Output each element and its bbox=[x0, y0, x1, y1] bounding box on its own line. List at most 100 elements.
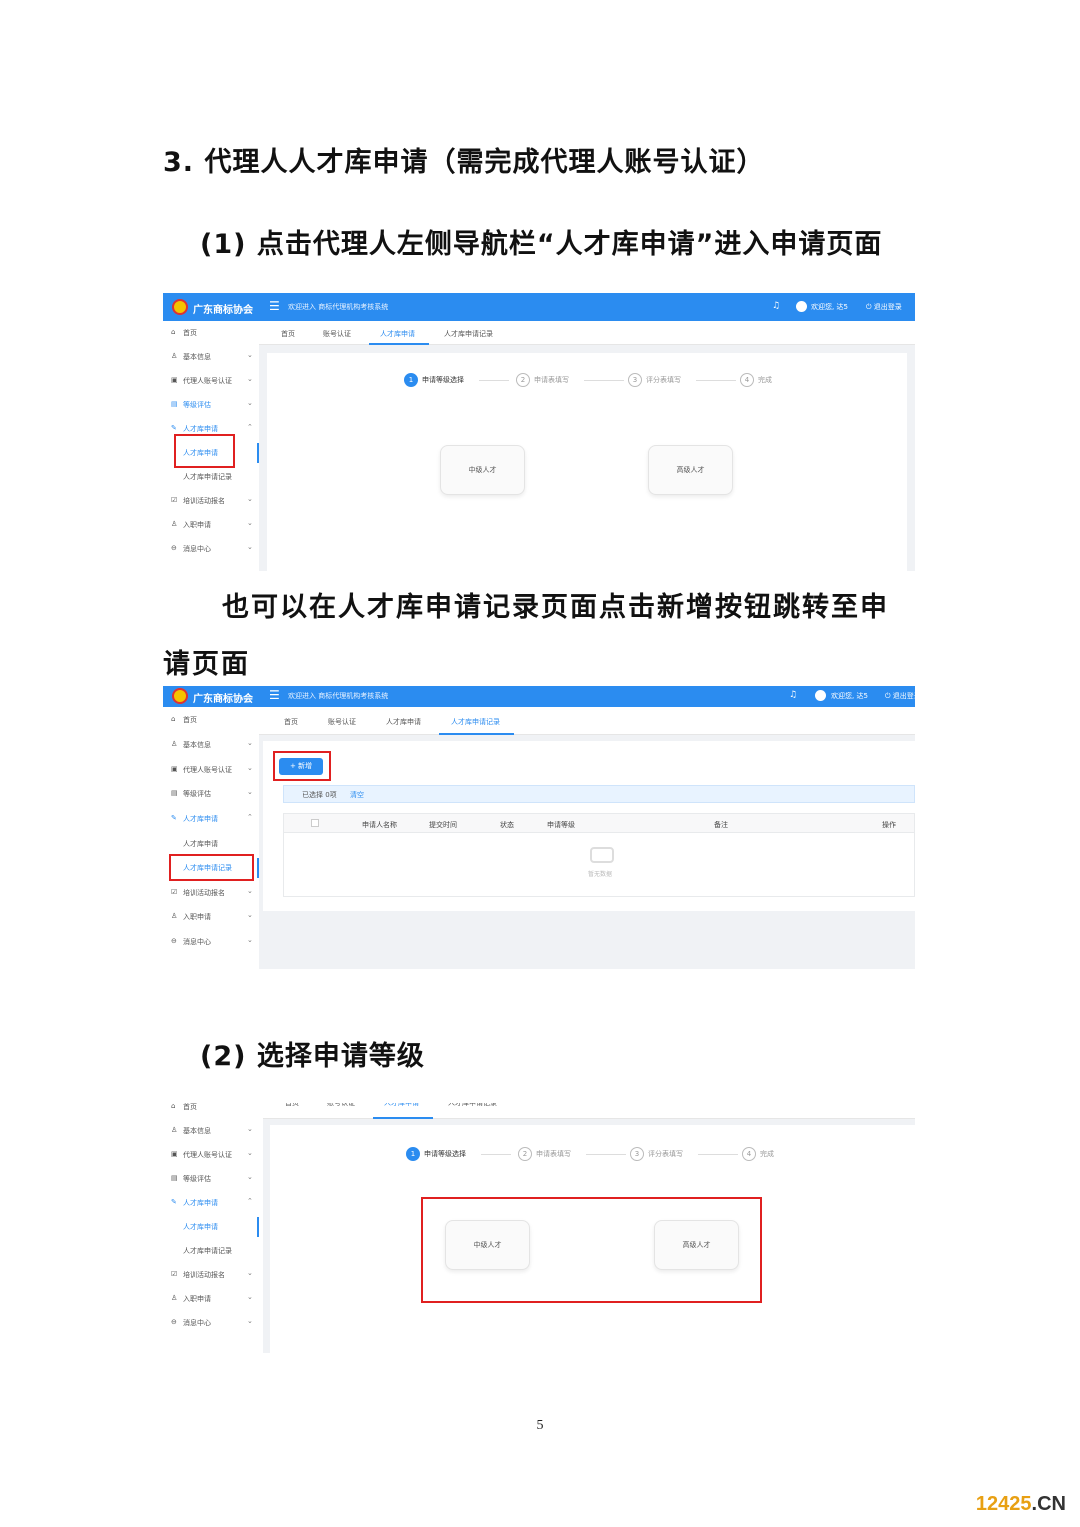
sidebar-item-talent-record[interactable]: 人才库申请记录 bbox=[163, 467, 259, 487]
sidebar-item-label: 人才库申请 bbox=[183, 425, 218, 433]
clear-link[interactable]: 清空 bbox=[350, 790, 364, 800]
sidebar-item-agent-cert[interactable]: ▣ 代理人账号认证 ⌄ bbox=[163, 760, 259, 780]
step-connector bbox=[698, 1154, 738, 1155]
sidebar-item-onboarding[interactable]: ♙ 入职申请 ⌄ bbox=[163, 907, 259, 927]
tab-talent-record[interactable]: 人才库申请记录 bbox=[448, 1103, 497, 1108]
logout-icon: ⏻ bbox=[866, 303, 874, 311]
bell-icon[interactable]: ♫ bbox=[789, 690, 797, 700]
logo-icon bbox=[172, 688, 188, 704]
mid-level-card[interactable]: 中级人才 bbox=[440, 445, 525, 495]
sidebar-item-onboarding[interactable]: ♙ 入职申请 ⌄ bbox=[163, 515, 259, 535]
select-all-checkbox[interactable] bbox=[311, 819, 319, 827]
sidebar: ⌂ 首页 ♙ 基本信息 ⌄ ▣ 代理人账号认证 ⌄ ▤ 等级评估 ⌄ ✎ 人才库申请 ⌃ 人才库申… bbox=[163, 707, 259, 969]
sidebar-item-messages[interactable]: ⊖ 消息中心 ⌄ bbox=[163, 932, 259, 952]
tab-home[interactable]: 首页 bbox=[284, 717, 298, 727]
tab-active-indicator bbox=[373, 1117, 433, 1119]
home-icon: ⌂ bbox=[171, 1103, 176, 1110]
edit-icon: ✎ bbox=[171, 1198, 177, 1206]
sidebar-item-home[interactable]: ⌂ 首页 bbox=[163, 1103, 259, 1117]
highlight-box bbox=[169, 854, 254, 881]
sidebar-item-training[interactable]: ☑ 培训活动报名 ⌄ bbox=[163, 491, 259, 511]
sidebar-item-basic-info[interactable]: ♙ 基本信息 ⌄ bbox=[163, 735, 259, 755]
sidebar-item-label: 消息中心 bbox=[183, 938, 211, 946]
sidebar-item-basic-info[interactable]: ♙ 基本信息 ⌄ bbox=[163, 1121, 259, 1141]
sidebar-item-agent-cert[interactable]: ▣ 代理人账号认证 ⌄ bbox=[163, 1145, 259, 1165]
sidebar-item-training[interactable]: ☑ 培训活动报名 ⌄ bbox=[163, 883, 259, 903]
step-3: 3 评分表填写 bbox=[630, 1147, 683, 1161]
tab-talent-apply[interactable]: 人才库申请 bbox=[380, 329, 415, 339]
sidebar-item-label: 人才库申请 bbox=[183, 840, 218, 848]
sidebar-item-training[interactable]: ☑ 培训活动报名 ⌄ bbox=[163, 1265, 259, 1285]
logout-button[interactable]: ⏻ 退出登录 bbox=[866, 302, 902, 312]
page-number: 5 bbox=[536, 1418, 544, 1433]
sidebar-item-messages[interactable]: ⊖ 消息中心 ⌄ bbox=[163, 539, 259, 559]
sidebar-item-talent-group[interactable]: ✎ 人才库申请 ⌃ bbox=[163, 1193, 259, 1213]
tab-home[interactable]: 首页 bbox=[281, 329, 295, 339]
menu-toggle-icon[interactable]: ☰ bbox=[269, 299, 280, 313]
senior-level-card[interactable]: 高级人才 bbox=[648, 445, 733, 495]
sidebar-item-messages[interactable]: ⊖ 消息中心 ⌄ bbox=[163, 1313, 259, 1333]
tab-account-cert[interactable]: 账号认证 bbox=[328, 717, 356, 727]
tab-talent-apply[interactable]: 人才库申请 bbox=[384, 1103, 419, 1108]
bell-icon[interactable]: ♫ bbox=[772, 301, 780, 311]
user-icon: ♙ bbox=[171, 912, 178, 920]
chevron-down-icon: ⌄ bbox=[247, 1269, 253, 1277]
chevron-down-icon: ⌄ bbox=[247, 739, 253, 747]
tab-active-indicator bbox=[369, 343, 429, 345]
sidebar-item-home[interactable]: ⌂ 首页 bbox=[163, 323, 259, 343]
sidebar-item-agent-cert[interactable]: ▣ 代理人账号认证 ⌄ bbox=[163, 371, 259, 391]
edit-icon: ✎ bbox=[171, 814, 177, 822]
tab-account-cert[interactable]: 账号认证 bbox=[327, 1103, 355, 1108]
training-icon: ☑ bbox=[171, 1270, 178, 1278]
home-icon: ⌂ bbox=[171, 715, 176, 723]
chevron-down-icon: ⌄ bbox=[247, 375, 253, 383]
col-actions: 操作 bbox=[882, 821, 896, 829]
training-icon: ☑ bbox=[171, 888, 178, 896]
tab-talent-apply[interactable]: 人才库申请 bbox=[386, 717, 421, 727]
step-4: 4 完成 bbox=[742, 1147, 774, 1161]
sidebar-item-basic-info[interactable]: ♙ 基本信息 ⌄ bbox=[163, 347, 259, 367]
sidebar-item-onboarding[interactable]: ♙ 入职申请 ⌄ bbox=[163, 1289, 259, 1309]
user-greeting: 欢迎您, 达5 bbox=[811, 303, 848, 311]
tab-active-indicator bbox=[439, 733, 514, 735]
tab-talent-record[interactable]: 人才库申请记录 bbox=[451, 717, 500, 727]
sidebar: ⌂ 首页 ♙ 基本信息 ⌄ ▣ 代理人账号认证 ⌄ ▤ 等级评估 ⌄ ✎ 人才库申请 ⌃ 人才库申… bbox=[163, 1103, 259, 1353]
tab-home[interactable]: 首页 bbox=[285, 1103, 299, 1108]
sidebar-item-label: 基本信息 bbox=[183, 353, 211, 361]
avatar[interactable] bbox=[815, 690, 826, 701]
sidebar-item-talent-record[interactable]: 人才库申请记录 bbox=[163, 1241, 259, 1261]
chevron-down-icon: ⌄ bbox=[247, 788, 253, 796]
sidebar-item-label: 首页 bbox=[183, 329, 197, 337]
chevron-down-icon: ⌄ bbox=[247, 1293, 253, 1301]
message-icon: ⊖ bbox=[171, 937, 177, 945]
chevron-down-icon: ⌄ bbox=[247, 351, 253, 359]
tab-talent-record[interactable]: 人才库申请记录 bbox=[444, 329, 493, 339]
tab-account-cert[interactable]: 账号认证 bbox=[323, 329, 351, 339]
user-icon: ♙ bbox=[171, 520, 178, 528]
col-submit-time: 提交时间 bbox=[429, 821, 457, 829]
sidebar-item-label: 入职申请 bbox=[183, 1295, 211, 1303]
sidebar-item-label: 人才库申请 bbox=[183, 815, 218, 823]
chevron-up-icon: ⌃ bbox=[247, 423, 253, 431]
sidebar-item-label: 入职申请 bbox=[183, 521, 211, 529]
empty-box-icon bbox=[590, 847, 614, 863]
step-1: 1 申请等级选择 bbox=[406, 1147, 466, 1161]
chevron-down-icon: ⌄ bbox=[247, 543, 253, 551]
avatar[interactable] bbox=[796, 301, 807, 312]
sidebar-item-talent-apply[interactable]: 人才库申请 bbox=[163, 834, 259, 854]
sidebar-item-home[interactable]: ⌂ 首页 bbox=[163, 710, 259, 730]
id-card-icon: ▣ bbox=[171, 376, 178, 384]
sidebar-item-rating[interactable]: ▤ 等级评估 ⌄ bbox=[163, 784, 259, 804]
sidebar-item-rating[interactable]: ▤ 等级评估 ⌄ bbox=[163, 395, 259, 415]
chevron-down-icon: ⌄ bbox=[247, 495, 253, 503]
steps: 1 申请等级选择 2 申请表填写 3 评分表填写 4 完成 bbox=[404, 373, 824, 389]
sidebar-item-talent-apply[interactable]: 人才库申请 bbox=[163, 1217, 259, 1237]
sidebar-item-rating[interactable]: ▤ 等级评估 ⌄ bbox=[163, 1169, 259, 1189]
sidebar-item-talent-group[interactable]: ✎ 人才库申请 ⌃ bbox=[163, 809, 259, 829]
menu-toggle-icon[interactable]: ☰ bbox=[269, 688, 280, 702]
logout-button[interactable]: ⏻ 退出登录 bbox=[885, 691, 915, 701]
step-3: 3 评分表填写 bbox=[628, 373, 681, 387]
screenshot-apply-page: 广东商标协会 ☰ 欢迎进入 商标代理机构考核系统 ♫ 欢迎您, 达5 ⏻ 退出登… bbox=[163, 293, 915, 571]
step-connector bbox=[584, 380, 624, 381]
chevron-down-icon: ⌄ bbox=[247, 399, 253, 407]
